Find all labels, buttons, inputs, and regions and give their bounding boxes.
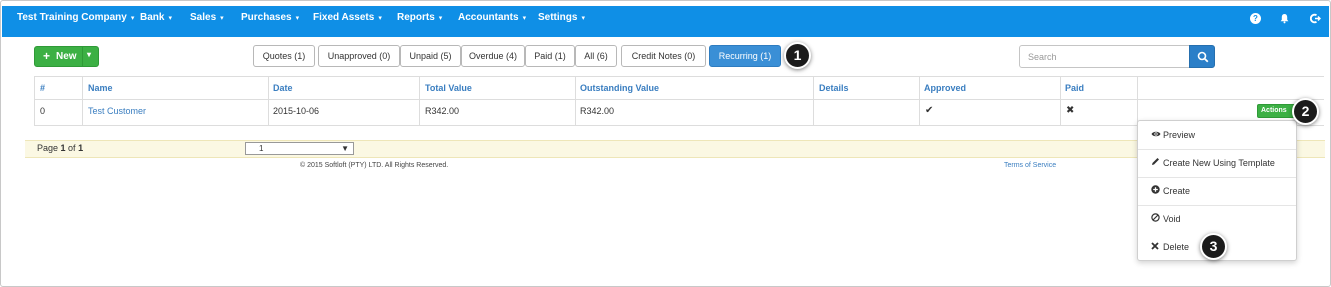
row-outstanding-value: R342.00 xyxy=(580,106,615,116)
total-pages: 1 xyxy=(78,143,84,153)
page-of: of xyxy=(65,143,79,153)
row-number: 0 xyxy=(40,106,46,116)
nav-bank-label: Bank xyxy=(140,12,165,23)
table-border-top xyxy=(34,76,1324,77)
page-indicator: Page 1 of 1 xyxy=(37,143,83,153)
chevron-down-icon: ▾ xyxy=(220,15,224,22)
menu-item-label: Preview xyxy=(1163,130,1196,140)
filter-recurring[interactable]: Recurring (1) xyxy=(709,45,781,67)
terms-of-service-link[interactable]: Terms of Service xyxy=(1004,162,1056,169)
row-total-value: R342.00 xyxy=(425,106,460,116)
menu-item-label: Create New Using Template xyxy=(1163,158,1275,168)
filter-quotes[interactable]: Quotes (1) xyxy=(253,45,315,67)
table-col-divider xyxy=(268,76,269,126)
nav-bank[interactable]: Bank ▾ xyxy=(140,6,172,37)
chevron-down-icon: ▾ xyxy=(168,15,172,22)
chevron-down-icon[interactable]: ▾ xyxy=(87,50,91,59)
nav-reports[interactable]: Reports ▾ xyxy=(397,6,442,37)
cross-icon: ✖ xyxy=(1066,105,1075,116)
column-header-details[interactable]: Details xyxy=(819,77,849,99)
table-col-divider xyxy=(919,76,920,126)
menu-item-label: Delete xyxy=(1163,242,1190,252)
nav-sales-label: Sales xyxy=(190,12,217,23)
button-divider xyxy=(82,47,83,66)
page-prefix: Page xyxy=(37,143,61,153)
table-col-divider xyxy=(813,76,814,126)
chevron-down-icon: ▾ xyxy=(378,15,382,22)
menu-item-void[interactable]: Void xyxy=(1138,205,1296,233)
table-col-divider xyxy=(34,76,35,126)
column-header-name[interactable]: Name xyxy=(88,77,113,99)
nav-purchases[interactable]: Purchases ▾ xyxy=(241,6,299,37)
nav-fixed-assets-label: Fixed Assets xyxy=(313,12,375,23)
page-select[interactable]: 1 ▼ xyxy=(245,142,354,155)
column-header-approved[interactable]: Approved xyxy=(924,77,966,99)
menu-item-create-new-using-template[interactable]: Create New Using Template xyxy=(1138,149,1296,177)
pagination-bar: Page 1 of 1 xyxy=(25,140,1325,158)
nav-company-label: Test Training Company xyxy=(17,12,127,23)
menu-item-create[interactable]: Create xyxy=(1138,177,1296,205)
menu-item-label: Void xyxy=(1163,214,1181,224)
nav-reports-label: Reports xyxy=(397,12,435,23)
page-select-value: 1 xyxy=(259,144,264,153)
nav-accountants-label: Accountants xyxy=(458,12,519,23)
filter-overdue[interactable]: Overdue (4) xyxy=(461,45,525,67)
row-date: 2015-10-06 xyxy=(273,106,320,116)
table-header-divider xyxy=(34,99,1324,100)
nav-company[interactable]: Test Training Company ▾ xyxy=(17,6,134,37)
times-icon xyxy=(1151,233,1163,261)
filter-unpaid[interactable]: Unpaid (5) xyxy=(400,45,461,67)
nav-accountants[interactable]: Accountants ▾ xyxy=(458,6,526,37)
search-icon xyxy=(1197,51,1209,63)
menu-item-label: Create xyxy=(1163,186,1191,196)
filter-all[interactable]: All (6) xyxy=(575,45,617,67)
chevron-down-icon: ▾ xyxy=(438,15,443,22)
checkmark-icon: ✔ xyxy=(925,105,934,116)
chevron-down-icon: ▾ xyxy=(522,15,527,22)
pencil-icon xyxy=(1151,149,1163,177)
eye-icon xyxy=(1151,121,1163,149)
new-button[interactable]: + New ▾ xyxy=(34,46,99,67)
filter-unapproved[interactable]: Unapproved (0) xyxy=(318,45,400,67)
caret-down-icon: ▼ xyxy=(341,144,349,153)
chevron-down-icon: ▾ xyxy=(130,15,135,22)
menu-item-preview[interactable]: Preview xyxy=(1138,121,1296,149)
nav-settings[interactable]: Settings ▾ xyxy=(538,6,585,37)
plus-circle-icon xyxy=(1151,177,1163,205)
column-header-paid[interactable]: Paid xyxy=(1065,77,1084,99)
logout-icon[interactable] xyxy=(1309,13,1321,24)
callout-marker: 3 xyxy=(1200,233,1227,260)
customer-name-link[interactable]: Test Customer xyxy=(88,100,146,124)
table-col-divider xyxy=(1060,76,1061,126)
chevron-down-icon: ▾ xyxy=(295,15,300,22)
nav-settings-label: Settings xyxy=(538,12,578,23)
nav-sales[interactable]: Sales ▾ xyxy=(190,6,224,37)
plus-icon: + xyxy=(43,49,51,63)
chevron-down-icon: ▾ xyxy=(581,15,585,22)
table-col-divider xyxy=(575,76,576,126)
actions-button[interactable]: Actions xyxy=(1257,104,1297,118)
filter-paid[interactable]: Paid (1) xyxy=(525,45,575,67)
column-header-date[interactable]: Date xyxy=(273,77,293,99)
search-input[interactable] xyxy=(1019,45,1190,68)
copyright-text: © 2015 Softloft (PTY) LTD. All Rights Re… xyxy=(300,162,449,169)
table-col-divider xyxy=(1137,76,1138,126)
column-header-number[interactable]: # xyxy=(40,77,45,99)
callout-marker: 1 xyxy=(784,42,811,69)
callout-marker: 2 xyxy=(1292,98,1319,125)
top-navbar: Test Training Company ▾ Bank ▾ Sales ▾ Purc… xyxy=(2,6,1329,37)
column-header-total-value[interactable]: Total Value xyxy=(425,77,472,99)
nav-fixed-assets[interactable]: Fixed Assets ▾ xyxy=(313,6,382,37)
table-col-divider xyxy=(419,76,420,126)
table-col-divider xyxy=(82,76,83,126)
nav-purchases-label: Purchases xyxy=(241,12,292,23)
column-header-outstanding-value[interactable]: Outstanding Value xyxy=(580,77,659,99)
search-button[interactable] xyxy=(1189,45,1215,68)
filter-credit-notes[interactable]: Credit Notes (0) xyxy=(621,45,706,67)
bell-icon[interactable] xyxy=(1279,13,1290,24)
new-button-label: New xyxy=(56,51,77,62)
help-icon[interactable]: ? xyxy=(1250,13,1261,24)
table-border-bottom xyxy=(34,125,1324,126)
ban-icon xyxy=(1151,205,1163,233)
